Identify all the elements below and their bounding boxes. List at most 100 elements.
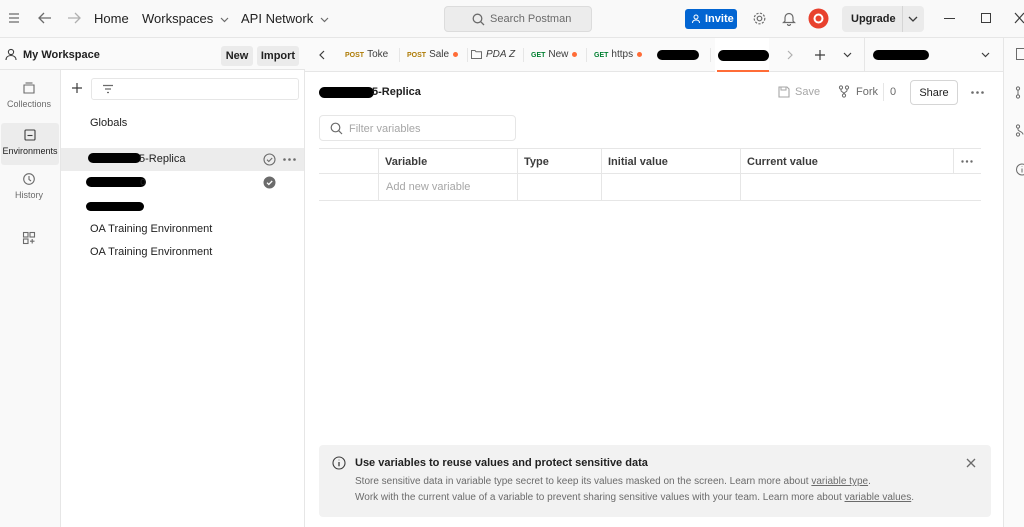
bell-icon[interactable] <box>782 11 796 26</box>
info-icon[interactable] <box>1015 163 1024 176</box>
sidebar-item-globals[interactable]: Globals <box>61 112 304 135</box>
collections-icon <box>23 82 35 94</box>
add-tab-icon[interactable] <box>814 49 826 61</box>
check-circle-icon[interactable] <box>263 153 276 166</box>
import-button[interactable]: Import <box>257 46 299 66</box>
column-divider <box>517 148 518 201</box>
rail-item-history[interactable]: History <box>0 172 58 212</box>
chevron-left-icon[interactable] <box>319 50 325 60</box>
rail-item-environments[interactable]: Environments <box>1 123 59 165</box>
method-badge: POST <box>407 52 427 59</box>
table-header-options <box>953 148 981 174</box>
panel-icon[interactable] <box>1016 48 1024 60</box>
redaction <box>86 202 144 211</box>
environment-title[interactable]: 5-Replica <box>372 86 421 98</box>
top-bar: Home Workspaces API Network Search Postm… <box>0 0 1024 38</box>
method-badge: GET <box>594 52 609 59</box>
variable-type-link[interactable]: variable type <box>811 476 868 487</box>
banner-line-2: Work with the current value of a variabl… <box>355 492 915 503</box>
minimize-icon[interactable] <box>944 18 955 19</box>
home-link[interactable]: Home <box>94 11 129 26</box>
table-header-current-value: Current value <box>740 148 953 174</box>
method-badge: POST <box>345 52 365 59</box>
environment-label: OA Training Environment <box>90 246 213 258</box>
request-tab[interactable]: GET https <box>594 49 643 60</box>
sidebar-item-environment[interactable]: OA Training Environment <box>61 218 304 241</box>
environments-sidebar: Globals 5-Replica o OA Training Environm… <box>61 70 305 527</box>
maximize-icon[interactable] <box>981 13 991 23</box>
configure-workspace-icon <box>22 231 36 245</box>
api-network-menu[interactable]: API Network <box>241 11 329 26</box>
tab-label: PDA Z <box>486 49 516 60</box>
folder-tab[interactable]: PDA Z <box>471 49 515 60</box>
sidebar-item-environment[interactable]: 5-Replica <box>61 148 304 171</box>
fork-button[interactable]: Fork <box>838 85 880 99</box>
right-context-bar <box>1003 38 1024 527</box>
environment-selector[interactable] <box>865 38 1003 72</box>
search-input[interactable]: Search Postman <box>444 6 592 32</box>
more-options-icon[interactable] <box>961 160 973 163</box>
sidebar-item-environment[interactable]: OA Training Environment <box>61 241 304 264</box>
fork-icon[interactable] <box>1015 124 1024 137</box>
new-label: New <box>225 50 249 62</box>
filter-icon <box>103 84 113 94</box>
history-icon <box>23 173 35 185</box>
close-icon[interactable] <box>1014 11 1024 25</box>
workspace-name[interactable]: My Workspace <box>23 49 100 61</box>
sidebar-item-environment[interactable]: o <box>61 171 304 194</box>
new-variable-input[interactable]: Add new variable <box>386 181 470 193</box>
chevron-right-icon[interactable] <box>787 50 793 60</box>
tab-divider <box>710 48 711 62</box>
search-icon <box>472 13 485 26</box>
sidebar-item-environment[interactable] <box>61 194 304 217</box>
workspaces-menu[interactable]: Workspaces <box>142 11 229 26</box>
back-arrow-icon[interactable] <box>38 12 52 24</box>
request-tab[interactable]: POST Toke <box>345 49 388 60</box>
divider <box>883 83 884 101</box>
gear-icon[interactable] <box>752 11 767 26</box>
redaction <box>86 177 146 187</box>
table-header-type: Type <box>517 148 601 174</box>
more-options-icon[interactable] <box>971 91 984 94</box>
active-check-icon[interactable] <box>263 176 276 189</box>
add-icon[interactable] <box>71 82 83 94</box>
chevron-down-icon[interactable] <box>843 52 852 58</box>
avatar[interactable] <box>808 8 829 29</box>
close-icon[interactable] <box>966 458 976 468</box>
share-button[interactable]: Share <box>910 80 958 105</box>
tab-label: Toke <box>367 49 389 60</box>
share-label: Share <box>919 87 949 99</box>
chevron-down-icon <box>320 17 329 22</box>
invite-button[interactable]: Invite <box>685 9 737 29</box>
variable-values-link[interactable]: variable values <box>845 492 912 503</box>
rail-item-collections[interactable]: Collections <box>0 79 58 123</box>
table-header-cell <box>319 148 378 174</box>
filter-variables-input[interactable]: Filter variables <box>319 115 516 141</box>
column-divider <box>378 148 379 201</box>
user-icon <box>5 48 17 61</box>
rail-item-configure[interactable] <box>0 231 58 249</box>
save-icon <box>778 86 790 98</box>
upgrade-button[interactable]: Upgrade <box>842 6 924 32</box>
column-divider <box>740 148 741 201</box>
menu-icon[interactable] <box>8 12 20 24</box>
more-options-icon[interactable] <box>283 158 296 161</box>
sidebar-filter-input[interactable] <box>91 78 299 100</box>
new-button[interactable]: New <box>221 46 253 66</box>
tab-active[interactable] <box>715 38 769 72</box>
banner-line-1: Store sensitive data in variable type se… <box>355 476 871 487</box>
request-tab[interactable]: POST Sale <box>407 49 459 60</box>
chevron-down-icon[interactable] <box>908 16 918 23</box>
banner-title: Use variables to reuse values and protec… <box>355 457 648 469</box>
environments-icon <box>24 129 36 141</box>
request-tab[interactable]: GET New <box>531 49 578 60</box>
info-banner: Use variables to reuse values and protec… <box>319 445 991 517</box>
environment-label: 5-Replica <box>139 153 186 165</box>
forward-arrow-icon[interactable] <box>67 12 81 24</box>
column-divider <box>953 148 954 174</box>
import-label: Import <box>260 50 296 62</box>
tab-divider <box>523 48 524 62</box>
pull-request-icon[interactable] <box>1015 86 1024 99</box>
save-button[interactable]: Save <box>778 85 822 99</box>
divider <box>902 6 903 32</box>
